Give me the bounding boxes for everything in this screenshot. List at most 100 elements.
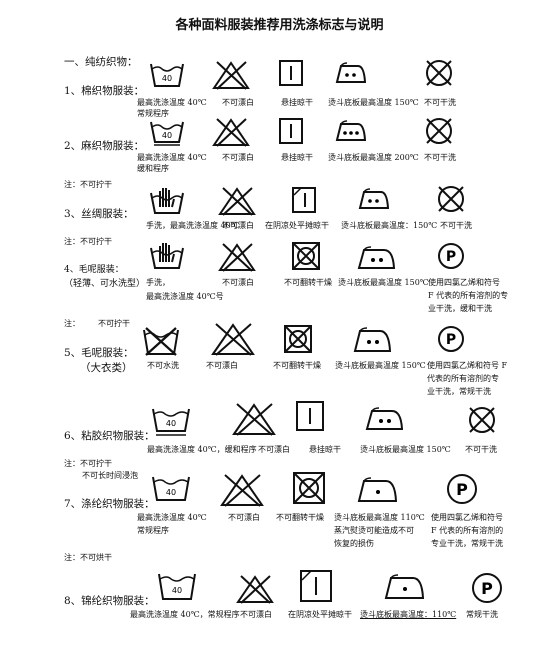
caption: 常规干洗 — [466, 610, 498, 619]
caption: 最高洗涤温度 40℃ — [137, 513, 207, 522]
wash-tub-40-icon: 40 — [152, 476, 190, 501]
dry-clean-letter: P — [456, 480, 468, 499]
row-sublabel-wool-light: （轻薄、可水洗型） — [64, 279, 146, 289]
caption: 悬挂晾干 — [281, 153, 313, 162]
wash-temp: 40 — [172, 586, 182, 595]
page-title: 各种面料服装推荐用洗涤标志与说明 — [175, 18, 384, 33]
iron-two-dots-icon — [353, 327, 392, 352]
no-dry-clean-icon — [438, 186, 464, 212]
wash-temp: 40 — [162, 131, 172, 140]
wash-temp: 40 — [162, 74, 172, 83]
iron-two-dots-icon — [357, 246, 396, 269]
caption: 烫斗底板最高温度 150℃ — [338, 278, 429, 287]
caption: 烫斗底板最高温度 150℃ — [328, 98, 419, 107]
wash-tub-40-gentle-icon: 40 — [150, 121, 184, 146]
caption: 最高洗涤温度 40℃ — [137, 98, 207, 107]
caption: 烫斗底板最高温度 110℃ — [334, 513, 425, 522]
caption: 不可漂白 — [228, 513, 260, 522]
caption: 不可漂白 — [258, 445, 290, 454]
caption: 不可翻转干燥 — [273, 361, 321, 370]
caption: 不可漂白 — [206, 361, 238, 370]
caption: 业干洗，常规干洗 — [427, 387, 491, 396]
caption: 不可漂白 — [222, 153, 254, 162]
iron-one-dot-icon — [384, 574, 425, 599]
caption: 不可干洗 — [440, 221, 472, 230]
hand-wash-icon — [150, 243, 184, 269]
caption: 蒸汽熨烫可能造成不可 — [334, 526, 414, 535]
no-dry-clean-icon — [469, 407, 495, 433]
caption: 常规程序 — [137, 526, 169, 535]
caption: 不可漂白 — [222, 98, 254, 107]
caption: 恢复的损伤 — [334, 539, 374, 548]
no-bleach-icon — [220, 474, 264, 507]
iron-two-dots-icon — [335, 62, 367, 83]
row-label-wool-light: 4、毛呢服装： — [64, 265, 124, 275]
dry-clean-p-icon: P — [438, 243, 464, 269]
caption: 手洗， — [146, 278, 170, 287]
caption: 不可干洗 — [424, 98, 456, 107]
flat-dry-shade-icon — [300, 570, 332, 602]
dry-clean-letter: P — [481, 579, 493, 598]
no-dry-clean-icon — [426, 118, 452, 144]
no-bleach-icon — [212, 61, 250, 90]
caption: 烫斗底板最高温度 150℃ — [335, 361, 426, 370]
caption: 不可漂白 — [222, 278, 254, 287]
row-label-nylon: 8、锦纶织物服装： — [64, 595, 155, 607]
dry-clean-p-icon: P — [438, 326, 464, 352]
row-label-cotton: 1、棉织物服装： — [64, 85, 145, 97]
caption: 不可漂白 — [222, 221, 254, 230]
caption: 代表的所有溶剂的专 — [427, 374, 499, 383]
caption: 不可漂白 — [240, 610, 272, 619]
row-label-viscose: 6、粘胶织物服装： — [64, 430, 155, 442]
no-bleach-icon — [232, 403, 276, 436]
caption: 业干洗，缓和干洗 — [428, 304, 492, 313]
wash-tub-40-icon: 40 — [150, 63, 184, 87]
caption: 缓和程序 — [137, 164, 169, 173]
iron-one-dot-icon — [357, 477, 398, 502]
dry-clean-p-icon: P — [472, 573, 502, 603]
note: 注：不可拧干 — [64, 459, 112, 468]
note: 注：不可拧干 — [64, 180, 112, 189]
caption: 使用四氯乙烯和符号 — [431, 513, 503, 522]
caption: 不可翻转干燥 — [284, 278, 332, 287]
caption: F 代表的所有溶剂的专 — [428, 291, 509, 300]
iron-three-dots-icon — [335, 120, 367, 141]
caption: 悬挂晾干 — [309, 445, 341, 454]
row-sublabel-wool-coat: （大衣类） — [80, 362, 133, 374]
wash-tub-40-icon: 40 — [158, 573, 196, 600]
caption: 不可干洗 — [424, 153, 456, 162]
caption: 不可水洗 — [147, 361, 179, 370]
caption: 最高洗涤温度 40℃，常规程序 — [130, 610, 240, 619]
note: 注：不可烘干 — [64, 553, 112, 562]
dry-clean-letter: P — [446, 332, 456, 348]
caption: 使用四氯乙烯和符号 — [428, 278, 500, 287]
no-tumble-dry-icon — [293, 472, 325, 504]
iron-two-dots-icon — [358, 188, 390, 209]
wash-tub-40-gentle-icon: 40 — [152, 408, 190, 436]
row-label-silk: 3、丝绸服装： — [64, 208, 134, 220]
section-heading: 一、纯纺织物： — [64, 56, 138, 68]
iron-two-dots-icon — [365, 407, 404, 430]
no-bleach-icon — [218, 187, 256, 216]
note: 注：不可拧干 — [64, 237, 112, 246]
caption: 最高洗涤温度 40℃号 — [146, 292, 224, 301]
row-label-linen: 2、麻织物服装： — [64, 140, 145, 152]
no-bleach-icon — [212, 118, 250, 147]
caption: 最高洗涤温度 40℃ — [137, 153, 207, 162]
caption: 在阴凉处平摊晾干 — [265, 221, 329, 230]
hand-wash-icon — [150, 188, 184, 214]
caption: 不可翻转干燥 — [276, 513, 324, 522]
no-tumble-dry-icon — [284, 325, 312, 353]
no-bleach-icon — [218, 243, 256, 272]
no-bleach-icon — [236, 575, 274, 604]
caption: 最高洗涤温度 40℃，缓和程序 — [147, 445, 257, 454]
line-dry-icon — [279, 118, 303, 144]
wash-temp: 40 — [166, 488, 176, 497]
no-tumble-dry-icon — [292, 242, 320, 270]
note: 不可长时间浸泡 — [82, 471, 138, 480]
caption: 烫斗底板最高温度：150℃ — [341, 221, 438, 230]
no-dry-clean-icon — [426, 60, 452, 86]
line-dry-icon — [279, 60, 303, 86]
dry-clean-p-icon: P — [447, 474, 477, 504]
caption: 烫斗底板最高温度 150℃ — [360, 445, 451, 454]
